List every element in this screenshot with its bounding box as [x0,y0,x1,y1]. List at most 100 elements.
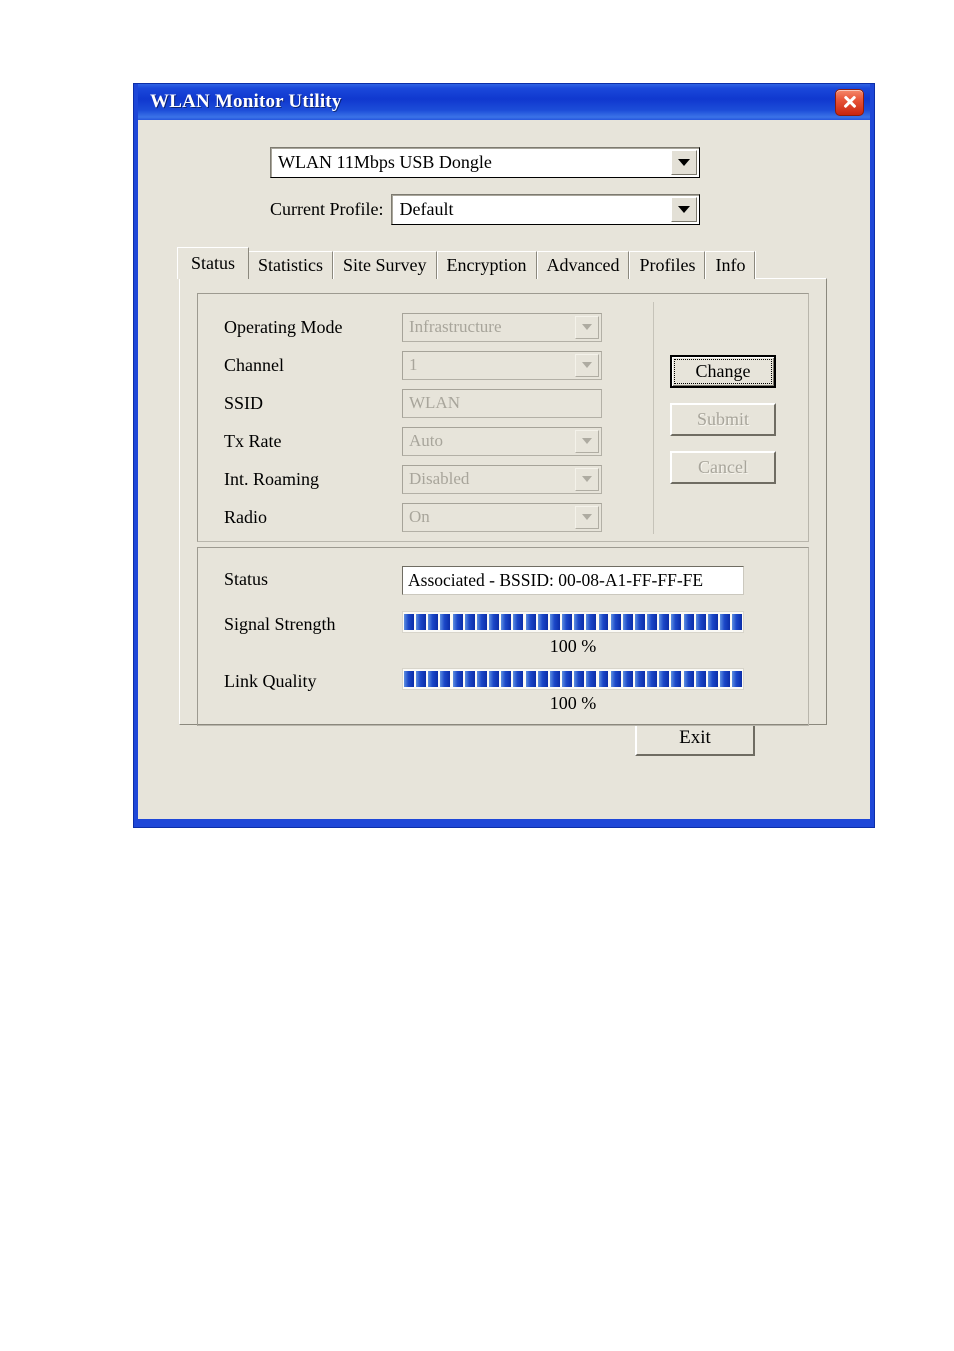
tab-strip-filler [755,251,827,279]
chevron-down-icon [575,353,599,377]
meter-segment [622,614,633,630]
meter-segment [562,671,572,687]
meter-segment [525,671,536,687]
meter-segment [428,614,439,630]
meter-segment [513,671,524,687]
meter-segment [683,614,694,630]
meter-segment [525,614,536,630]
tab-panel-status: Operating Mode Infrastructure Channel 1 SSID… [179,278,827,726]
meter-segment [586,671,597,687]
meter-segment [464,614,475,630]
meter-segment [732,671,743,687]
link-quality-percent: 100 % [549,693,597,713]
tab-profiles[interactable]: Profiles [629,251,706,279]
submit-button-label: Submit [696,409,749,429]
field-value: WLAN [409,393,460,412]
field-label: Int. Roaming [224,468,319,489]
meter-segment [440,614,451,630]
meter-segment [501,614,512,630]
meter-segment [549,671,560,687]
signal-strength-meter-wrap: 100 % [402,611,744,657]
meter-segment [537,614,548,630]
meter-segment [634,671,645,687]
meter-segment [707,671,718,687]
field-label: Channel [224,354,284,375]
field-ssid: WLAN [402,388,602,418]
field-value: Infrastructure [409,317,502,336]
meter-segment [404,614,414,630]
field-label: Radio [224,506,267,527]
meter-segment [464,671,475,687]
tab-strip: Status Statistics Site Survey Encryption Adv… [177,247,827,279]
meter-segment [428,671,439,687]
chevron-down-icon [575,467,599,491]
meter-segment [574,614,585,630]
meter-segment [513,614,524,630]
meter-segment [610,614,621,630]
chevron-down-icon [575,429,599,453]
field-tx-rate: Auto [402,426,602,456]
change-button[interactable]: Change [670,355,776,388]
status-row: Status Associated - BSSID: 00-08-A1-FF-F… [224,566,744,595]
field-label: Tx Rate [224,430,282,451]
field-int-roaming: Disabled [402,464,602,494]
tab-advanced[interactable]: Advanced [536,251,630,279]
meter-segment [598,614,609,630]
field-row: Operating Mode Infrastructure [224,308,754,346]
adapter-combobox[interactable]: WLAN 11Mbps USB Dongle [270,147,700,178]
meter-segment [416,671,427,687]
field-value: Disabled [409,469,470,488]
cancel-button-label: Cancel [698,457,748,477]
field-label: SSID [224,392,264,413]
profile-combobox[interactable]: Default [391,194,700,225]
meter-segment [440,671,451,687]
tab-encryption[interactable]: Encryption [436,251,537,279]
field-radio: On [402,502,602,532]
close-icon[interactable] [835,88,864,116]
meter-segment [622,671,633,687]
chevron-down-icon[interactable] [671,150,697,175]
title-bar: WLAN Monitor Utility [138,84,870,120]
chevron-down-icon[interactable] [671,197,697,222]
meter-segment [598,671,609,687]
meter-segment [586,614,597,630]
profile-label: Current Profile: [270,199,384,219]
meter-segment [489,671,500,687]
signal-strength-row: Signal Strength 100 % [224,611,744,657]
meter-segment [659,614,670,630]
meter-segment [720,671,731,687]
link-quality-meter [402,668,744,690]
field-row: Radio On [224,498,754,536]
link-status-group: Status Associated - BSSID: 00-08-A1-FF-F… [197,547,809,726]
link-quality-row: Link Quality 100 % [224,668,744,714]
signal-strength-percent: 100 % [549,636,597,656]
meter-segment [610,671,621,687]
meter-segment [452,671,463,687]
meter-segment [695,614,706,630]
meter-segment [695,671,706,687]
meter-segment [707,614,718,630]
meter-segment [501,671,512,687]
cancel-button: Cancel [670,451,776,484]
status-label: Status [224,569,269,589]
link-quality-label: Link Quality [224,671,317,691]
chevron-down-icon [575,505,599,529]
field-operating-mode: Infrastructure [402,312,602,342]
meter-segment [476,671,487,687]
meter-segment [671,671,682,687]
tab-info[interactable]: Info [705,251,756,279]
field-channel: 1 [402,350,602,380]
exit-button-label: Exit [679,727,711,748]
submit-button: Submit [670,403,776,436]
meter-segment [489,614,500,630]
meter-segment [537,671,548,687]
tab-site-survey[interactable]: Site Survey [333,251,437,279]
link-quality-meter-wrap: 100 % [402,668,744,714]
client-area: WLAN 11Mbps USB Dongle Current Profile: … [138,120,870,819]
meter-segment [574,671,585,687]
tab-status[interactable]: Status [177,247,250,279]
tab-statistics[interactable]: Statistics [248,251,334,279]
field-value: On [409,507,430,526]
meter-segment [659,671,670,687]
profile-combobox-value: Default [399,199,454,219]
